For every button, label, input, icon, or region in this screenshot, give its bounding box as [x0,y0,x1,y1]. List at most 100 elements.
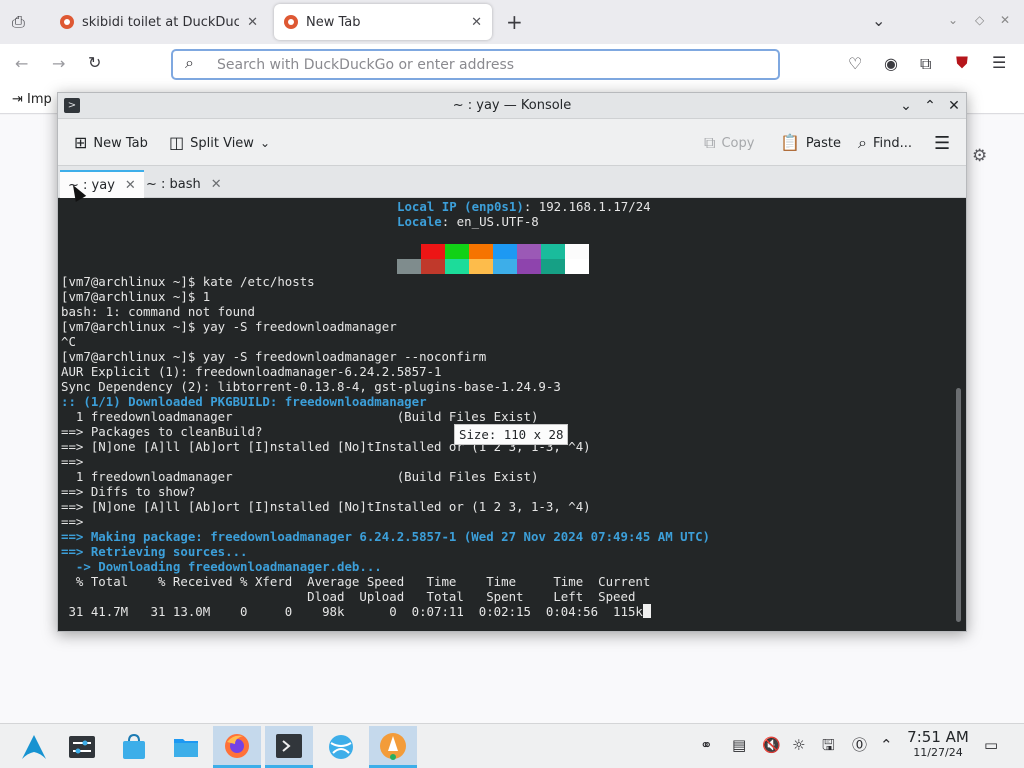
new-tab-label: New Tab [93,135,148,151]
tab-overflow-chevron-icon[interactable]: ⌄ [872,13,885,29]
volume-muted-icon[interactable]: 🔇 [762,738,781,753]
terminal-line: Sync Dependency (2): libtorrent-0.13.8-4… [61,379,561,394]
new-tab-button[interactable]: ⊞ New Tab [74,131,148,155]
firefox-icon [225,733,249,758]
scrollbar-thumb[interactable] [956,388,961,622]
firefox-task-button[interactable] [213,726,261,768]
back-arrow-icon[interactable]: ← [15,56,28,72]
url-bar[interactable]: ⌕ [171,49,780,80]
terminal-line: ==> Packages to cleanBuild? [61,424,263,439]
terminal-line: ==> Making package: freedownloadmanager … [61,529,711,544]
url-input[interactable] [217,55,757,75]
browser-globe-button[interactable] [317,726,365,768]
tab-label: ~ : bash [146,176,201,192]
size-tooltip: Size: 110 x 28 [454,424,569,445]
clipboard-icon[interactable]: ▤ [732,738,746,753]
terminal-line: [vm7@archlinux ~]$ kate /etc/hosts [61,274,315,289]
settings-sliders-icon [69,736,95,758]
package-installer-icon [380,732,406,760]
minimize-window-icon[interactable]: ⌄ [948,14,958,26]
browser-tab-title: New Tab [306,14,361,30]
terminal-line: :: (1/1) Downloaded PKGBUILD: freedownlo… [61,394,427,409]
close-window-icon[interactable]: ✕ [1000,14,1010,26]
terminal-line: [vm7@archlinux ~]$ 1 [61,289,211,304]
terminal-line: ^C [61,334,76,349]
konsole-title-bar[interactable]: > ~ : yay — Konsole ⌄ ⌃ ✕ [58,93,966,119]
terminal-line: AUR Explicit (1): freedownloadmanager-6.… [61,364,442,379]
color-swatch [469,244,493,259]
terminal-line: ==> Retrieving sources... [61,544,248,559]
terminal-line: ==> [61,514,84,529]
terminal-line-progress: 31 41.7M 31 13.0M 0 0 98k 0 0:07:11 0:02… [61,604,651,619]
close-tab-icon[interactable]: ✕ [247,15,258,30]
paste-button[interactable]: 📋 Paste [780,131,841,155]
maximize-chevron-icon[interactable]: ⌃ [920,96,940,116]
close-tab-icon[interactable]: ✕ [125,178,136,193]
terminal-line: 1 freedownloadmanager (Build Files Exist… [61,469,539,484]
bookmark-import[interactable]: ⇥ Imp [12,92,52,107]
forward-arrow-icon[interactable]: → [52,56,65,72]
update-notifier-icon[interactable]: ⓪ [852,738,867,753]
new-tab-icon: ⊞ [74,133,88,152]
pocket-icon[interactable]: ♡ [848,56,862,72]
split-view-icon: ◫ [169,133,185,152]
copy-button[interactable]: ⧉ Copy [704,131,754,155]
discover-button[interactable] [110,726,158,768]
duckduckgo-favicon-icon [284,15,298,29]
reload-icon[interactable]: ↻ [88,55,101,71]
terminal-scrollbar[interactable] [954,198,964,631]
network-icon[interactable]: ⚭ [700,738,713,753]
duckduckgo-favicon-icon [60,15,74,29]
folder-icon [174,739,198,757]
konsole-window: > ~ : yay — Konsole ⌄ ⌃ ✕ ⊞ New Tab ◫ Sp… [57,92,967,632]
split-view-button[interactable]: ◫ Split View ⌄ [169,131,270,155]
ublock-origin-icon[interactable]: ⛊ [956,55,968,71]
color-swatch [421,244,445,259]
application-launcher-button[interactable] [10,726,58,768]
disk-save-icon[interactable]: 🖫 [822,738,835,753]
browser-tab-search[interactable]: skibidi toilet at DuckDuckGo ✕ [50,4,268,40]
terminal-icon [276,733,302,758]
minimize-chevron-icon[interactable]: ⌄ [896,96,916,116]
app-menu-hamburger-icon[interactable]: ☰ [992,55,1006,71]
clock-date: 11/27/24 [913,746,963,759]
account-icon[interactable]: ◉ [884,56,898,72]
color-swatch [493,259,517,274]
system-settings-button[interactable] [58,726,106,768]
color-swatch [421,259,445,274]
find-button[interactable]: ⌕ Find... [858,131,912,155]
installer-task-button[interactable] [369,726,417,768]
extensions-puzzle-icon[interactable]: ⧉ [920,56,931,72]
terminal-line: [vm7@archlinux ~]$ yay -S freedownloadma… [61,319,397,334]
close-icon[interactable]: ✕ [944,96,964,116]
color-swatch [445,259,469,274]
globe-icon [329,735,353,759]
close-tab-icon[interactable]: ✕ [471,15,482,30]
maximize-window-icon[interactable]: ◇ [975,14,984,26]
terminal-line: 1 freedownloadmanager (Build Files Exist… [61,409,539,424]
show-desktop-icon[interactable]: ▭ [984,738,998,753]
tab-bash[interactable]: ~ : bash ✕ [138,170,230,198]
konsole-task-button[interactable] [265,726,313,768]
hamburger-menu-icon[interactable]: ☰ [934,131,950,155]
terminal-line: Local IP (enp0s1): 192.168.1.17/24 [397,199,651,214]
browser-tab-new-tab[interactable]: New Tab ✕ [274,4,492,40]
clock[interactable]: 7:51 AM 11/27/24 [903,728,973,759]
terminal-line: Dload Upload Total Spent Left Speed [61,589,636,604]
expand-tray-chevron-icon[interactable]: ⌃ [880,738,893,753]
window-title: ~ : yay — Konsole [452,98,572,113]
close-tab-icon[interactable]: ✕ [211,177,222,192]
search-icon: ⌕ [185,53,194,72]
brightness-icon[interactable]: ☼ [792,738,805,753]
terminal-output[interactable]: Local IP (enp0s1): 192.168.1.17/24 Local… [58,198,966,631]
konsole-tab-bar: ~ : yay ✕ ~ : bash ✕ [58,165,966,198]
new-tab-button[interactable]: + [506,12,523,32]
arch-logo-icon [22,735,46,759]
paste-clipboard-icon: 📋 [780,133,800,152]
chevron-down-icon: ⌄ [259,136,270,150]
list-all-tabs-icon[interactable]: ⎙ [12,14,25,30]
copy-icon: ⧉ [704,133,716,152]
new-tab-settings-gear-icon[interactable]: ⚙ [972,146,987,166]
browser-tab-bar: ⎙ skibidi toilet at DuckDuckGo ✕ New Tab… [0,0,1024,44]
file-manager-button[interactable] [162,726,210,768]
